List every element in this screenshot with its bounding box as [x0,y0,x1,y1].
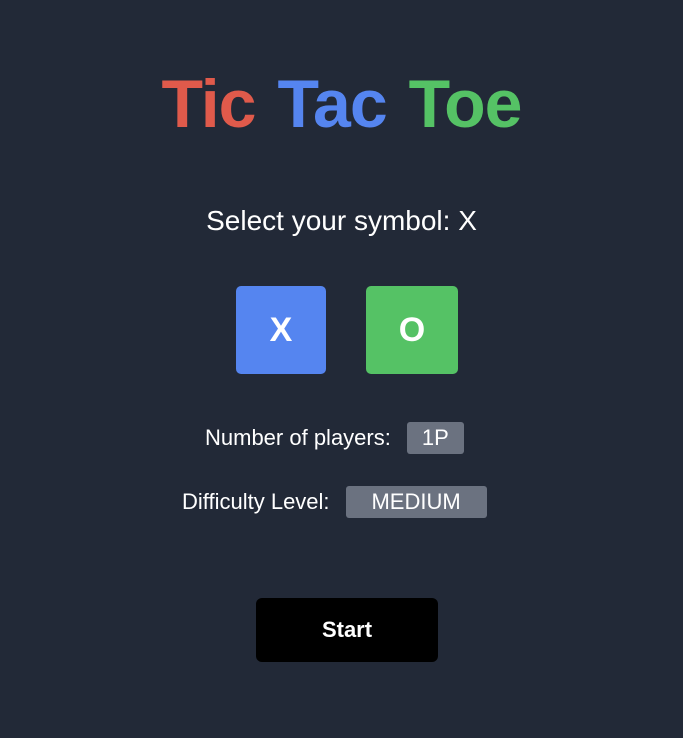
symbol-x-button[interactable]: X [236,286,326,374]
title-word-tic: Tic [161,66,256,142]
players-label: Number of players: [205,425,391,450]
players-toggle[interactable]: 1P [406,422,464,454]
title-word-toe: Toe [408,66,523,142]
symbol-o-button[interactable]: O [366,286,458,374]
title-word-tac: Tac [277,66,388,142]
difficulty-row: Difficulty Level: MEDIUM [182,486,487,518]
difficulty-toggle[interactable]: MEDIUM [345,486,487,518]
start-button[interactable]: Start [256,598,438,662]
difficulty-label: Difficulty Level: [182,489,330,514]
players-row: Number of players: 1P [205,422,464,454]
symbol-prompt: Select your symbol: X [206,205,477,236]
game-title: Tic Tac Toe [0,66,683,142]
game-setup-screen: Tic Tac Toe Select your symbol: X X O Numb… [0,0,683,738]
